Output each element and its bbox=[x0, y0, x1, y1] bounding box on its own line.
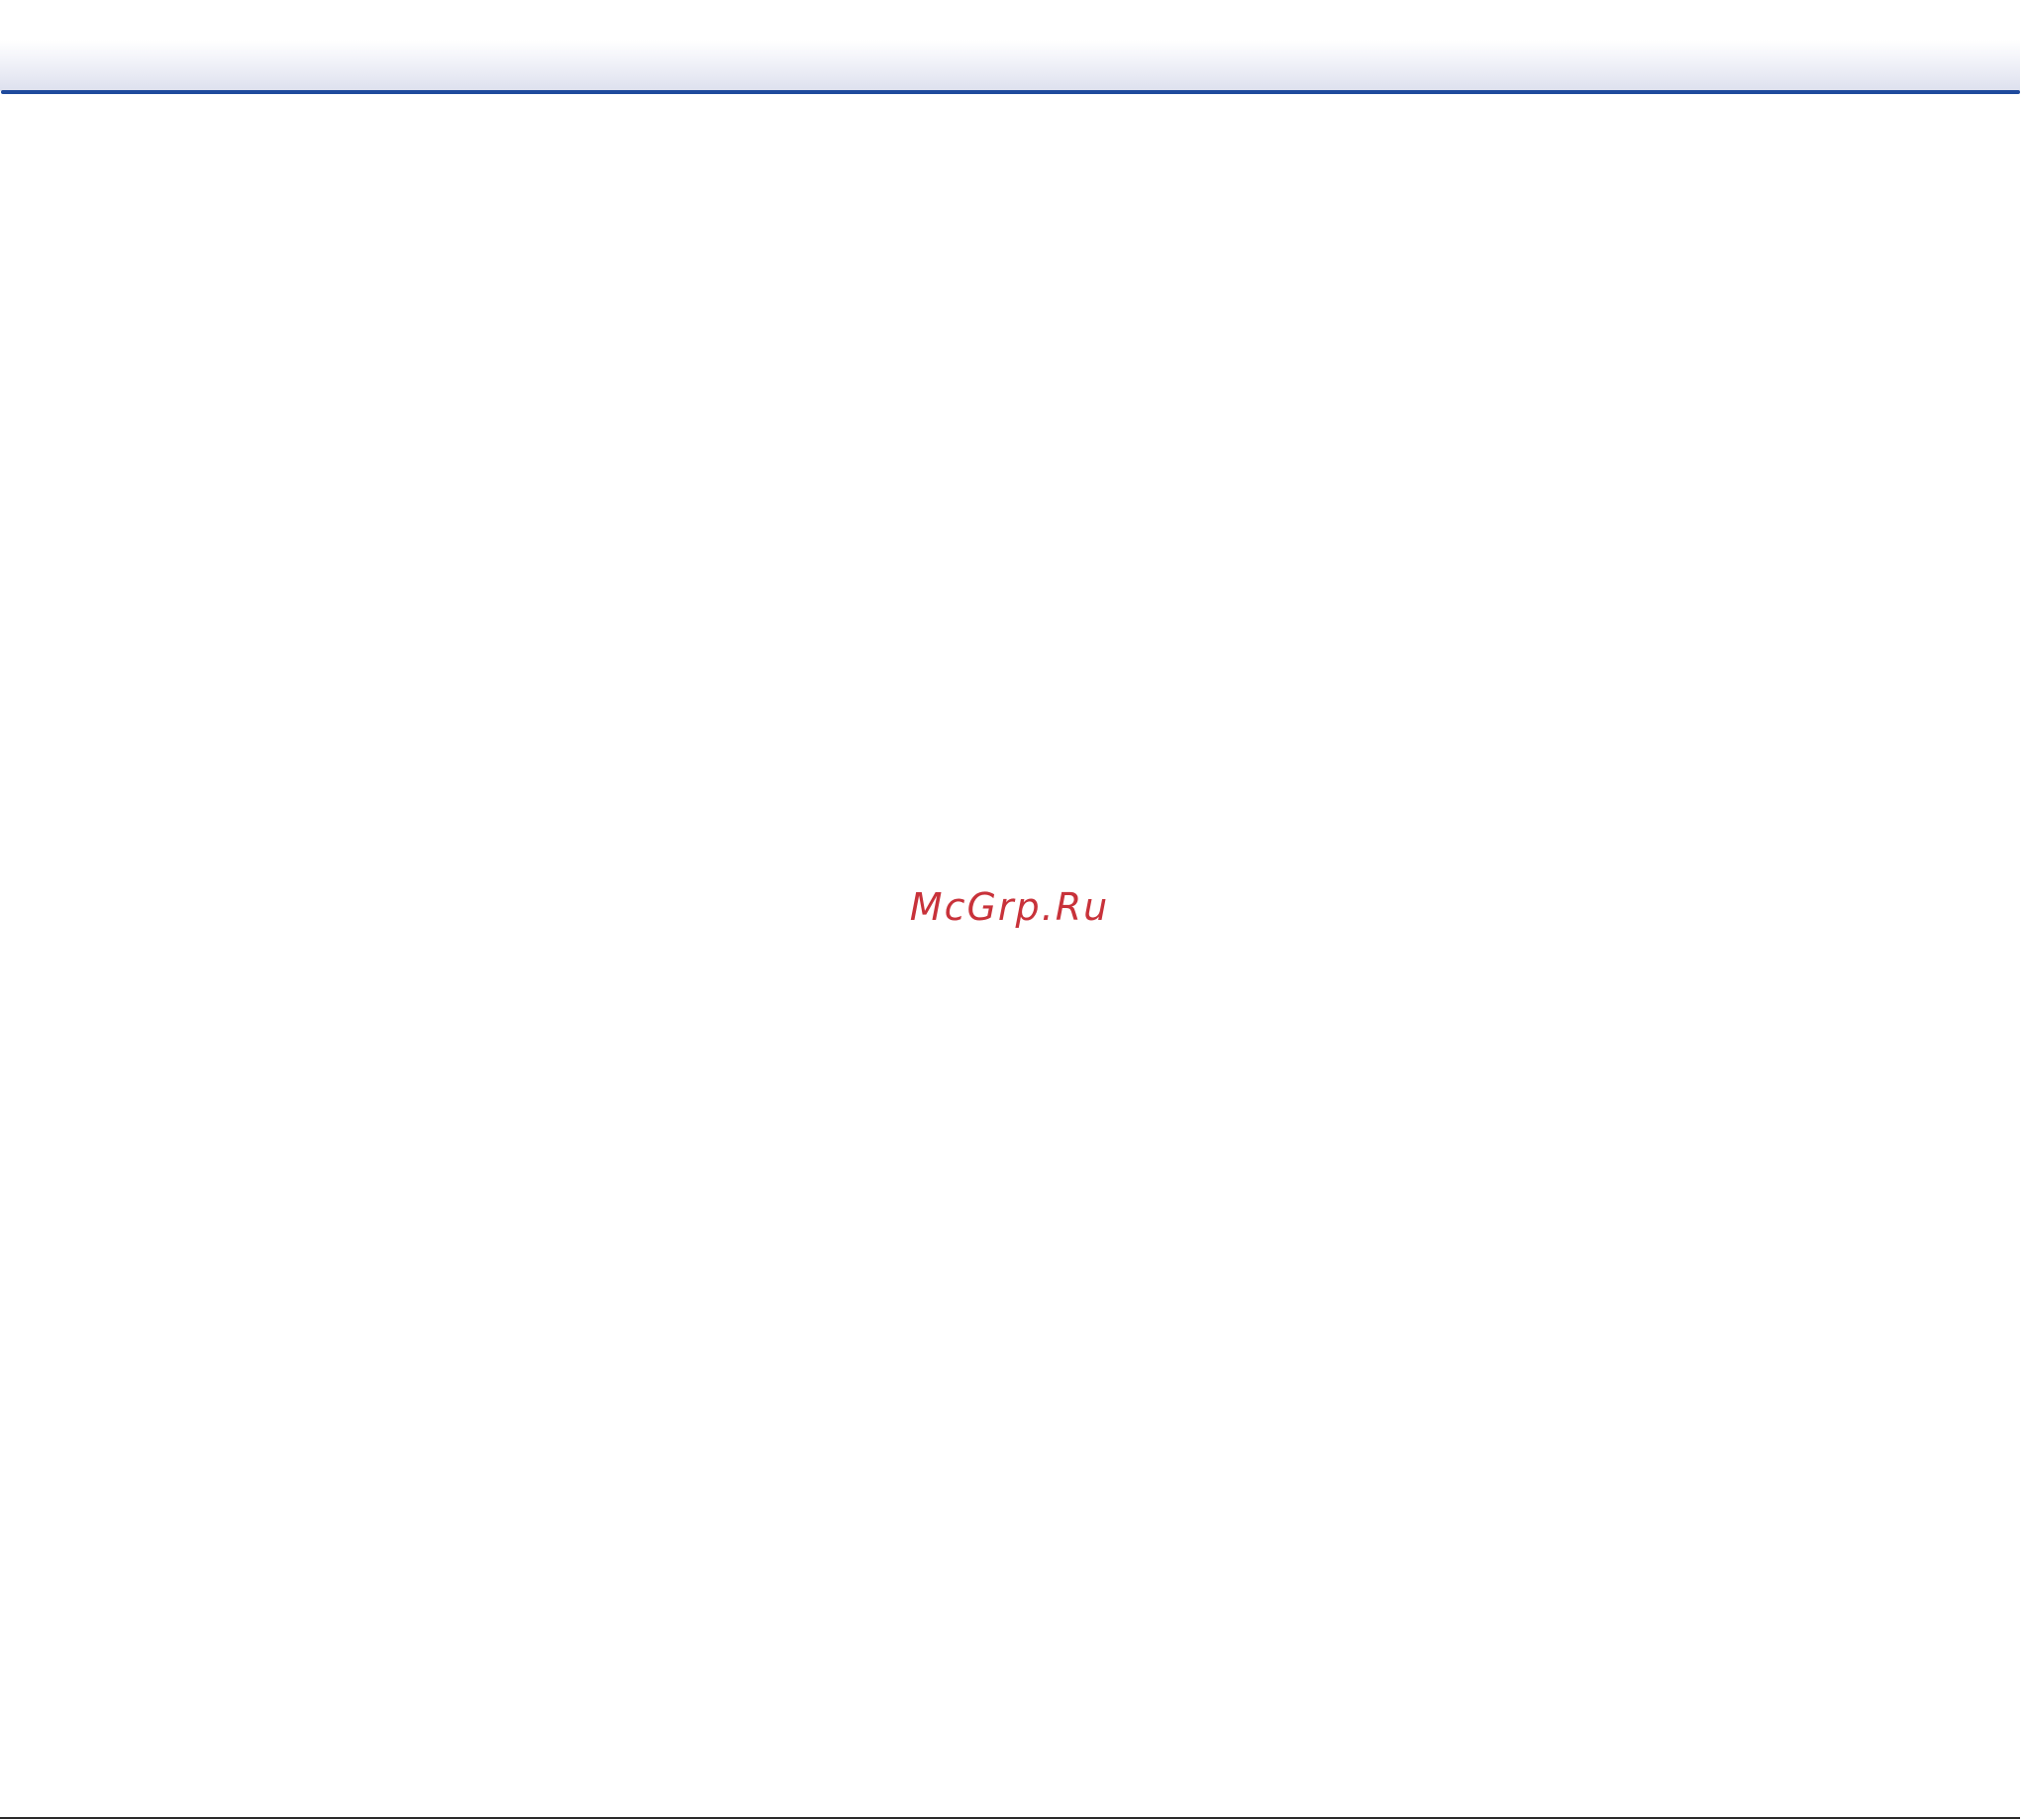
watermark-text: McGrp.Ru bbox=[909, 885, 1110, 929]
header-rule bbox=[1, 90, 2020, 94]
footer-rule bbox=[0, 1817, 2020, 1819]
watermark: McGrp.Ru bbox=[0, 885, 2021, 929]
document-page: McGrp.Ru bbox=[0, 0, 2023, 1820]
header-band bbox=[0, 40, 2020, 91]
